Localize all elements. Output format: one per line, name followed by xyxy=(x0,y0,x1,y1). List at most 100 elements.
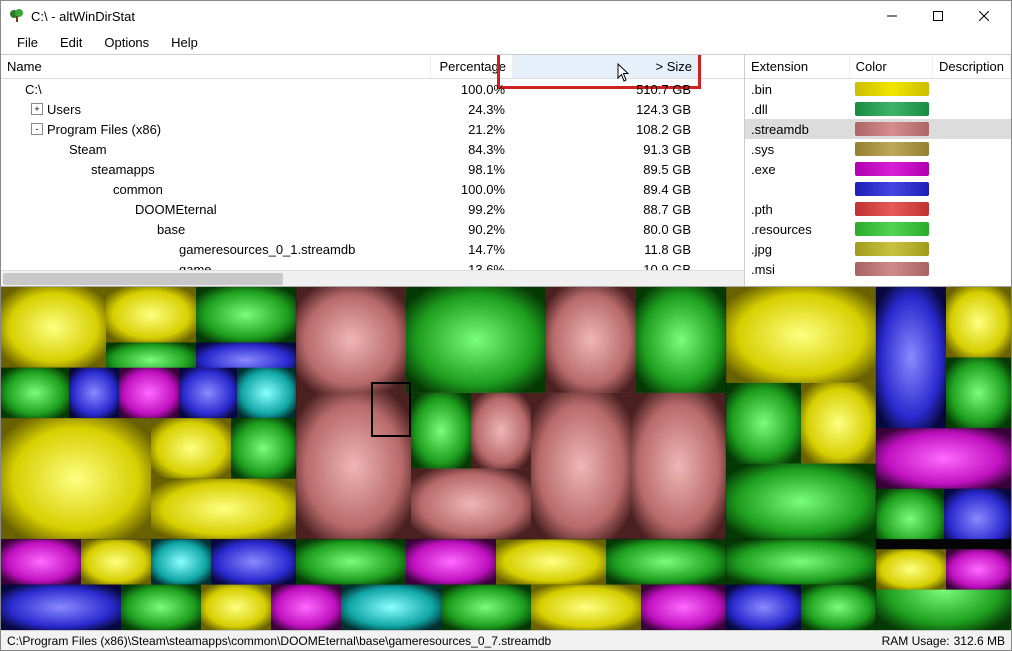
tree-row[interactable]: +Users24.3%124.3 GB xyxy=(1,99,744,119)
ext-name: .streamdb xyxy=(751,122,855,137)
expander-icon[interactable]: - xyxy=(31,123,43,135)
tree-row-size: 89.5 GB xyxy=(513,162,699,177)
ext-name: .sys xyxy=(751,142,855,157)
tree-row-pct: 13.6% xyxy=(431,262,513,271)
ext-name: .pth xyxy=(751,202,855,217)
ext-row[interactable] xyxy=(745,179,1011,199)
tree-row[interactable]: DOOMEternal 99.2%88.7 GB xyxy=(1,199,744,219)
tree-row-pct: 90.2% xyxy=(431,222,513,237)
tree-row[interactable]: C:\100.0%510.7 GB xyxy=(1,79,744,99)
tree-row[interactable]: game 13.6%10.9 GB xyxy=(1,259,744,270)
extension-pane: Extension Color Description .bin .dll .str… xyxy=(745,55,1011,286)
color-swatch xyxy=(855,82,929,96)
tree-rows[interactable]: C:\100.0%510.7 GB+Users24.3%124.3 GB-Pro… xyxy=(1,79,744,270)
col-percentage[interactable]: Percentage xyxy=(431,55,513,78)
color-swatch xyxy=(855,142,929,156)
tree-row-name: gameresources_0_1.streamdb xyxy=(179,242,355,257)
ext-row[interactable]: .msi xyxy=(745,259,1011,279)
color-swatch xyxy=(855,242,929,256)
tree-row-name: base xyxy=(157,222,185,237)
tree-row-size: 11.8 GB xyxy=(513,242,699,257)
tree-row-size: 10.9 GB xyxy=(513,262,699,271)
tree-row-size: 108.2 GB xyxy=(513,122,699,137)
ext-row[interactable]: .resources xyxy=(745,219,1011,239)
ext-name: .jpg xyxy=(751,242,855,257)
treemap-selection xyxy=(371,382,411,437)
color-swatch xyxy=(855,182,929,196)
tree-row-name: Users xyxy=(47,102,81,117)
scroll-thumb[interactable] xyxy=(3,273,283,285)
tree-row-pct: 98.1% xyxy=(431,162,513,177)
tree-row[interactable]: steamapps 98.1%89.5 GB xyxy=(1,159,744,179)
tree-row-size: 89.4 GB xyxy=(513,182,699,197)
ext-row[interactable]: .bin xyxy=(745,79,1011,99)
top-panes: Name Percentage > Size C:\100.0%510.7 GB… xyxy=(1,55,1011,287)
color-swatch xyxy=(855,262,929,276)
col-size[interactable]: > Size xyxy=(513,55,699,78)
menu-help[interactable]: Help xyxy=(161,32,208,53)
tree-row[interactable]: gameresources_0_1.streamdb 14.7%11.8 GB xyxy=(1,239,744,259)
directory-tree-pane: Name Percentage > Size C:\100.0%510.7 GB… xyxy=(1,55,745,286)
tree-row-pct: 21.2% xyxy=(431,122,513,137)
tree-row-size: 91.3 GB xyxy=(513,142,699,157)
ext-rows[interactable]: .bin .dll .streamdb .sys .exe .pth .resources.… xyxy=(745,79,1011,286)
col-extension[interactable]: Extension xyxy=(745,55,850,78)
tree-row-pct: 100.0% xyxy=(431,182,513,197)
ext-row[interactable]: .pth xyxy=(745,199,1011,219)
ext-name: .bin xyxy=(751,82,855,97)
treemap[interactable] xyxy=(1,287,1011,630)
tree-row-size: 510.7 GB xyxy=(513,82,699,97)
tree-row-name: Steam xyxy=(69,142,107,157)
ext-row[interactable]: .dll xyxy=(745,99,1011,119)
col-name[interactable]: Name xyxy=(1,55,431,78)
tree-row-pct: 84.3% xyxy=(431,142,513,157)
tree-row-name: DOOMEternal xyxy=(135,202,217,217)
tree-row[interactable]: base 90.2%80.0 GB xyxy=(1,219,744,239)
tree-column-headers: Name Percentage > Size xyxy=(1,55,744,79)
tree-row-name: steamapps xyxy=(91,162,155,177)
statusbar: C:\Program Files (x86)\Steam\steamapps\c… xyxy=(1,630,1011,650)
ext-name: .exe xyxy=(751,162,855,177)
col-size-label: > Size xyxy=(656,59,693,74)
tree-row-name: Program Files (x86) xyxy=(47,122,161,137)
status-ram-label: RAM Usage: xyxy=(882,634,950,648)
tree-row-size: 80.0 GB xyxy=(513,222,699,237)
app-icon xyxy=(9,8,25,24)
menubar: File Edit Options Help xyxy=(1,31,1011,55)
tree-row-size: 124.3 GB xyxy=(513,102,699,117)
color-swatch xyxy=(855,102,929,116)
menu-edit[interactable]: Edit xyxy=(50,32,92,53)
tree-row-size: 88.7 GB xyxy=(513,202,699,217)
ext-row[interactable]: .streamdb xyxy=(745,119,1011,139)
color-swatch xyxy=(855,122,929,136)
ext-row[interactable]: .exe xyxy=(745,159,1011,179)
color-swatch xyxy=(855,202,929,216)
tree-row-name: C:\ xyxy=(25,82,42,97)
app-window: C:\ - altWinDirStat File Edit Options He… xyxy=(0,0,1012,651)
tree-row[interactable]: common100.0%89.4 GB xyxy=(1,179,744,199)
titlebar[interactable]: C:\ - altWinDirStat xyxy=(1,1,1011,31)
col-color[interactable]: Color xyxy=(850,55,933,78)
tree-row-name: game xyxy=(179,262,212,271)
close-button[interactable] xyxy=(961,1,1007,31)
tree-row-pct: 99.2% xyxy=(431,202,513,217)
tree-row[interactable]: -Program Files (x86) 21.2%108.2 GB xyxy=(1,119,744,139)
tree-h-scrollbar[interactable] xyxy=(1,270,744,286)
menu-file[interactable]: File xyxy=(7,32,48,53)
ext-name: .dll xyxy=(751,102,855,117)
ext-name: .msi xyxy=(751,262,855,277)
ext-row[interactable]: .jpg xyxy=(745,239,1011,259)
status-path: C:\Program Files (x86)\Steam\steamapps\c… xyxy=(7,634,882,648)
expander-icon[interactable]: + xyxy=(31,103,43,115)
status-ram-value: 312.6 MB xyxy=(954,634,1005,648)
minimize-button[interactable] xyxy=(869,1,915,31)
col-description[interactable]: Description xyxy=(933,55,1011,78)
ext-column-headers: Extension Color Description xyxy=(745,55,1011,79)
maximize-button[interactable] xyxy=(915,1,961,31)
window-title: C:\ - altWinDirStat xyxy=(31,9,869,24)
menu-options[interactable]: Options xyxy=(94,32,159,53)
ext-name: .resources xyxy=(751,222,855,237)
tree-row[interactable]: Steam 84.3%91.3 GB xyxy=(1,139,744,159)
ext-row[interactable]: .sys xyxy=(745,139,1011,159)
tree-row-pct: 14.7% xyxy=(431,242,513,257)
